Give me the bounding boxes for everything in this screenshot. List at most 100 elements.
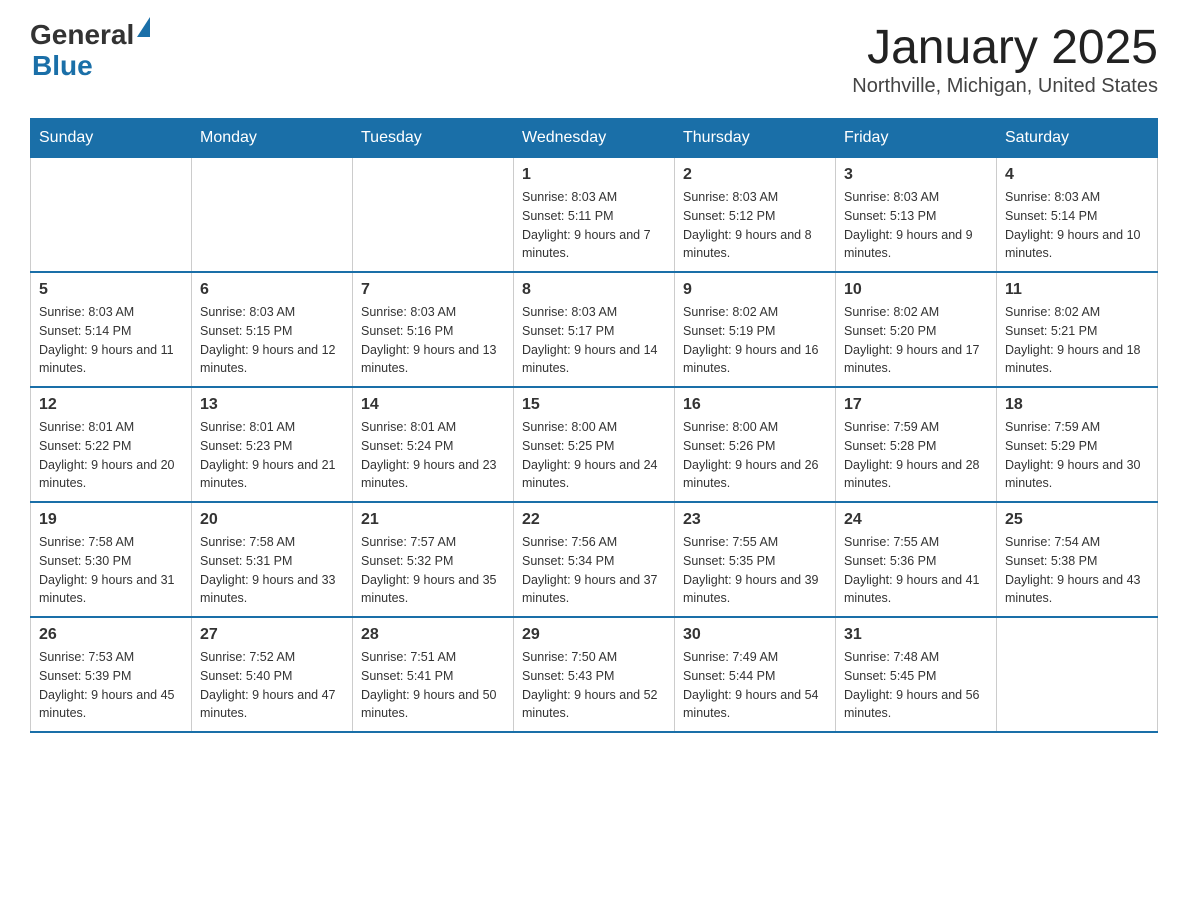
day-info: Sunrise: 8:03 AMSunset: 5:16 PMDaylight:… xyxy=(361,303,505,378)
day-number: 14 xyxy=(361,396,505,414)
calendar-week-row: 26 Sunrise: 7:53 AMSunset: 5:39 PMDayligh… xyxy=(31,617,1158,732)
day-info: Sunrise: 8:00 AMSunset: 5:26 PMDaylight:… xyxy=(683,418,827,493)
title-section: January 2025 Northville, Michigan, Unite… xyxy=(852,20,1158,98)
location-title: Northville, Michigan, United States xyxy=(852,75,1158,98)
day-info: Sunrise: 7:51 AMSunset: 5:41 PMDaylight:… xyxy=(361,648,505,723)
calendar-cell: 25 Sunrise: 7:54 AMSunset: 5:38 PMDayligh… xyxy=(997,502,1158,617)
calendar-cell: 13 Sunrise: 8:01 AMSunset: 5:23 PMDayligh… xyxy=(192,387,353,502)
day-info: Sunrise: 8:02 AMSunset: 5:20 PMDaylight:… xyxy=(844,303,988,378)
day-info: Sunrise: 7:55 AMSunset: 5:36 PMDaylight:… xyxy=(844,533,988,608)
calendar-cell xyxy=(192,158,353,273)
calendar-cell: 29 Sunrise: 7:50 AMSunset: 5:43 PMDayligh… xyxy=(514,617,675,732)
weekday-header-row: SundayMondayTuesdayWednesdayThursdayFrid… xyxy=(31,119,1158,158)
calendar-cell: 8Sunrise: 8:03 AMSunset: 5:17 PMDaylight… xyxy=(514,272,675,387)
day-number: 4 xyxy=(1005,166,1149,184)
day-number: 18 xyxy=(1005,396,1149,414)
day-number: 28 xyxy=(361,626,505,644)
calendar-cell: 18 Sunrise: 7:59 AMSunset: 5:29 PMDayligh… xyxy=(997,387,1158,502)
month-title: January 2025 xyxy=(852,20,1158,75)
day-number: 12 xyxy=(39,396,183,414)
weekday-header-tuesday: Tuesday xyxy=(353,119,514,158)
day-number: 11 xyxy=(1005,281,1149,299)
day-info: Sunrise: 7:50 AMSunset: 5:43 PMDaylight:… xyxy=(522,648,666,723)
day-number: 15 xyxy=(522,396,666,414)
calendar-week-row: 1 Sunrise: 8:03 AMSunset: 5:11 PMDaylight… xyxy=(31,158,1158,273)
logo-blue-text: Blue xyxy=(32,51,150,82)
calendar-cell: 17Sunrise: 7:59 AMSunset: 5:28 PMDayligh… xyxy=(836,387,997,502)
day-number: 21 xyxy=(361,511,505,529)
calendar-cell: 12 Sunrise: 8:01 AMSunset: 5:22 PMDayligh… xyxy=(31,387,192,502)
day-number: 19 xyxy=(39,511,183,529)
day-info: Sunrise: 7:58 AMSunset: 5:30 PMDaylight:… xyxy=(39,533,183,608)
day-info: Sunrise: 7:56 AMSunset: 5:34 PMDaylight:… xyxy=(522,533,666,608)
day-number: 24 xyxy=(844,511,988,529)
day-info: Sunrise: 8:01 AMSunset: 5:22 PMDaylight:… xyxy=(39,418,183,493)
day-number: 23 xyxy=(683,511,827,529)
day-number: 25 xyxy=(1005,511,1149,529)
calendar-cell: 24 Sunrise: 7:55 AMSunset: 5:36 PMDayligh… xyxy=(836,502,997,617)
weekday-header-monday: Monday xyxy=(192,119,353,158)
logo-general-text: General xyxy=(30,20,134,51)
calendar-cell: 11 Sunrise: 8:02 AMSunset: 5:21 PMDayligh… xyxy=(997,272,1158,387)
day-number: 13 xyxy=(200,396,344,414)
day-info: Sunrise: 7:54 AMSunset: 5:38 PMDaylight:… xyxy=(1005,533,1149,608)
day-number: 6 xyxy=(200,281,344,299)
calendar-cell: 27 Sunrise: 7:52 AMSunset: 5:40 PMDayligh… xyxy=(192,617,353,732)
calendar-week-row: 19 Sunrise: 7:58 AMSunset: 5:30 PMDayligh… xyxy=(31,502,1158,617)
calendar-cell: 7 Sunrise: 8:03 AMSunset: 5:16 PMDaylight… xyxy=(353,272,514,387)
day-info: Sunrise: 7:53 AMSunset: 5:39 PMDaylight:… xyxy=(39,648,183,723)
calendar-cell: 16 Sunrise: 8:00 AMSunset: 5:26 PMDayligh… xyxy=(675,387,836,502)
day-number: 27 xyxy=(200,626,344,644)
day-info: Sunrise: 7:59 AMSunset: 5:28 PMDaylight:… xyxy=(844,418,988,493)
calendar-week-row: 12 Sunrise: 8:01 AMSunset: 5:22 PMDayligh… xyxy=(31,387,1158,502)
day-number: 1 xyxy=(522,166,666,184)
calendar-cell: 22 Sunrise: 7:56 AMSunset: 5:34 PMDayligh… xyxy=(514,502,675,617)
day-number: 7 xyxy=(361,281,505,299)
calendar-cell: 2 Sunrise: 8:03 AMSunset: 5:12 PMDaylight… xyxy=(675,158,836,273)
weekday-header-friday: Friday xyxy=(836,119,997,158)
day-info: Sunrise: 8:03 AMSunset: 5:17 PMDaylight:… xyxy=(522,303,666,378)
calendar-cell: 30 Sunrise: 7:49 AMSunset: 5:44 PMDayligh… xyxy=(675,617,836,732)
calendar-cell xyxy=(997,617,1158,732)
day-number: 22 xyxy=(522,511,666,529)
day-info: Sunrise: 8:03 AMSunset: 5:15 PMDaylight:… xyxy=(200,303,344,378)
day-number: 30 xyxy=(683,626,827,644)
day-number: 29 xyxy=(522,626,666,644)
weekday-header-wednesday: Wednesday xyxy=(514,119,675,158)
calendar-cell: 23Sunrise: 7:55 AMSunset: 5:35 PMDayligh… xyxy=(675,502,836,617)
day-info: Sunrise: 7:57 AMSunset: 5:32 PMDaylight:… xyxy=(361,533,505,608)
day-info: Sunrise: 8:03 AMSunset: 5:12 PMDaylight:… xyxy=(683,188,827,263)
day-number: 9 xyxy=(683,281,827,299)
calendar-cell: 5Sunrise: 8:03 AMSunset: 5:14 PMDaylight… xyxy=(31,272,192,387)
calendar-header: SundayMondayTuesdayWednesdayThursdayFrid… xyxy=(31,119,1158,158)
day-info: Sunrise: 8:02 AMSunset: 5:21 PMDaylight:… xyxy=(1005,303,1149,378)
calendar-cell: 26 Sunrise: 7:53 AMSunset: 5:39 PMDayligh… xyxy=(31,617,192,732)
calendar-week-row: 5Sunrise: 8:03 AMSunset: 5:14 PMDaylight… xyxy=(31,272,1158,387)
day-info: Sunrise: 8:01 AMSunset: 5:23 PMDaylight:… xyxy=(200,418,344,493)
day-info: Sunrise: 7:58 AMSunset: 5:31 PMDaylight:… xyxy=(200,533,344,608)
calendar-cell: 4 Sunrise: 8:03 AMSunset: 5:14 PMDaylight… xyxy=(997,158,1158,273)
calendar-cell: 10 Sunrise: 8:02 AMSunset: 5:20 PMDayligh… xyxy=(836,272,997,387)
day-info: Sunrise: 8:03 AMSunset: 5:11 PMDaylight:… xyxy=(522,188,666,263)
day-info: Sunrise: 8:03 AMSunset: 5:14 PMDaylight:… xyxy=(1005,188,1149,263)
day-info: Sunrise: 8:01 AMSunset: 5:24 PMDaylight:… xyxy=(361,418,505,493)
calendar-cell: 1 Sunrise: 8:03 AMSunset: 5:11 PMDaylight… xyxy=(514,158,675,273)
day-info: Sunrise: 7:59 AMSunset: 5:29 PMDaylight:… xyxy=(1005,418,1149,493)
day-number: 3 xyxy=(844,166,988,184)
calendar-cell: 19 Sunrise: 7:58 AMSunset: 5:30 PMDayligh… xyxy=(31,502,192,617)
day-number: 31 xyxy=(844,626,988,644)
day-info: Sunrise: 7:52 AMSunset: 5:40 PMDaylight:… xyxy=(200,648,344,723)
day-number: 26 xyxy=(39,626,183,644)
day-number: 2 xyxy=(683,166,827,184)
calendar-cell: 31Sunrise: 7:48 AMSunset: 5:45 PMDayligh… xyxy=(836,617,997,732)
day-number: 16 xyxy=(683,396,827,414)
calendar-cell: 9Sunrise: 8:02 AMSunset: 5:19 PMDaylight… xyxy=(675,272,836,387)
day-info: Sunrise: 7:49 AMSunset: 5:44 PMDaylight:… xyxy=(683,648,827,723)
day-number: 10 xyxy=(844,281,988,299)
logo-triangle-icon xyxy=(137,17,150,37)
day-number: 5 xyxy=(39,281,183,299)
calendar-cell xyxy=(353,158,514,273)
calendar-table: SundayMondayTuesdayWednesdayThursdayFrid… xyxy=(30,118,1158,733)
page-header: General Blue January 2025 Northville, Mi… xyxy=(30,20,1158,98)
calendar-cell: 15Sunrise: 8:00 AMSunset: 5:25 PMDayligh… xyxy=(514,387,675,502)
